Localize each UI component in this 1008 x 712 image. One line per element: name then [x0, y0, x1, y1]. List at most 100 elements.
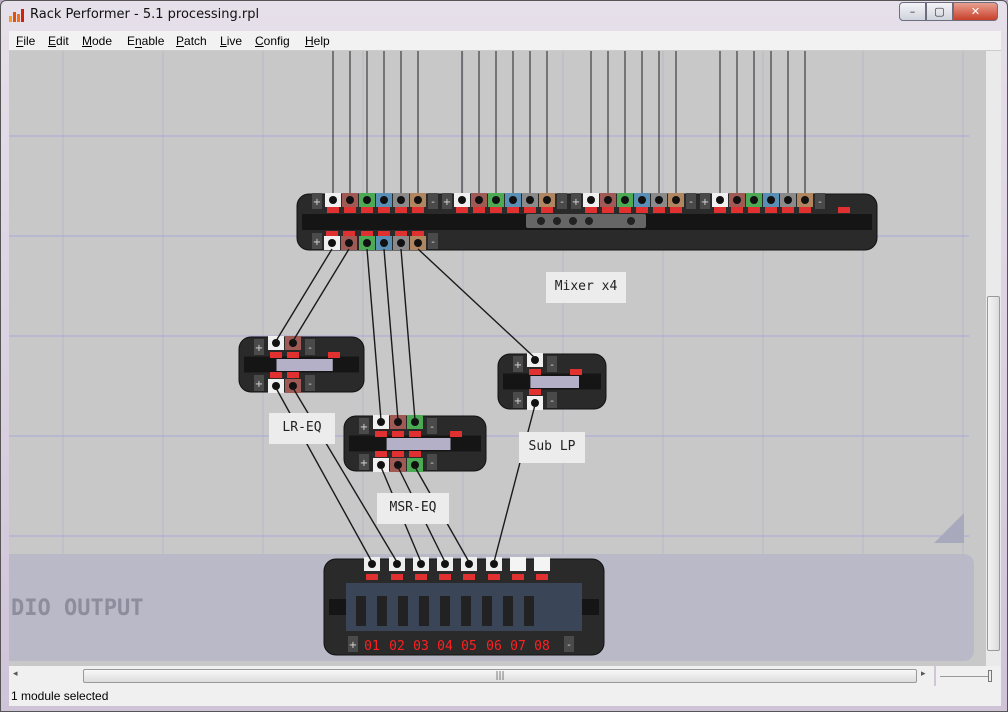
mixer-output-jack-hole[interactable] [345, 239, 353, 247]
mixer-output-jack-hole[interactable] [363, 239, 371, 247]
zoom-slider-track [940, 676, 992, 677]
mixer-input-jack-hole[interactable] [363, 196, 371, 204]
horizontal-scrollbar[interactable]: ◂ ||| ▸ [9, 666, 934, 686]
channel-fader [482, 596, 492, 626]
minus-icon: - [689, 197, 693, 208]
msr-eq-module[interactable]: + - + - [343, 415, 487, 472]
msr-eq-label[interactable]: MSR-EQ [377, 493, 449, 524]
mixer-input-jack-hole[interactable] [526, 196, 534, 204]
menu-config[interactable]: Config [255, 34, 290, 48]
mixer-input-jack-hole[interactable] [587, 196, 595, 204]
sub-lp-control-panel [530, 376, 579, 388]
mixer-input-jack-hole[interactable] [475, 196, 483, 204]
minimize-button[interactable]: – [899, 2, 926, 21]
status-bar: 1 module selected [9, 686, 1001, 706]
minus-icon: - [550, 396, 554, 407]
patch-cable [383, 248, 399, 421]
port-led [391, 574, 403, 580]
menu-help[interactable]: Help [305, 34, 330, 48]
vertical-scrollbar[interactable] [986, 51, 1001, 666]
mixer-input-jack-hole[interactable] [750, 196, 758, 204]
close-button[interactable]: ✕ [953, 2, 998, 21]
plus-icon: + [255, 379, 263, 390]
plus-icon: + [313, 237, 321, 248]
lr-eq-module[interactable]: + - + - [238, 336, 365, 393]
menu-edit[interactable]: Edit [48, 34, 69, 48]
output-channel-number: 03 [413, 639, 429, 654]
mixer-input-jack-hole[interactable] [414, 196, 422, 204]
port-led [439, 574, 451, 580]
mixer-output-jack-hole[interactable] [414, 239, 422, 247]
mixer-input-jack-hole[interactable] [397, 196, 405, 204]
menu-enable-mnemonic-underline [135, 47, 142, 48]
mixer-output-jack-hole[interactable] [328, 239, 336, 247]
mixer-input-jack-hole[interactable] [801, 196, 809, 204]
output-channel-number: 06 [486, 639, 502, 654]
mixer-input-jack-hole[interactable] [655, 196, 663, 204]
output-channel-number: 04 [437, 639, 453, 654]
zoom-slider-handle[interactable] [988, 670, 992, 682]
mixer-input-jack-hole[interactable] [458, 196, 466, 204]
minus-icon: - [308, 379, 312, 390]
output-input-jack-unused[interactable] [510, 557, 526, 571]
port-led [378, 207, 390, 213]
mixer-output-jack-hole[interactable] [380, 239, 388, 247]
menu-bar: File Edit Mode Enable Patch Live Config … [9, 31, 1001, 51]
channel-fader [503, 596, 513, 626]
port-led [456, 207, 468, 213]
channel-fader [419, 596, 429, 626]
mixer-label[interactable]: Mixer x4 [546, 272, 626, 303]
patch-canvas[interactable]: DIO OUTPUT + + + + - - - - + - + - + - + - + - + - + -01 02 03 0… [9, 51, 986, 666]
menu-enable[interactable]: Enable [127, 34, 164, 48]
mixer-input-jack-hole[interactable] [346, 196, 354, 204]
mixer-input-jack-hole[interactable] [604, 196, 612, 204]
port-led [287, 352, 299, 358]
lr-eq-label[interactable]: LR-EQ [269, 413, 335, 444]
plus-icon: + [255, 343, 263, 354]
port-led [529, 369, 541, 375]
sub-lp-module[interactable]: + - + - [497, 353, 607, 410]
port-led [570, 369, 582, 375]
scroll-left-arrow-icon[interactable]: ◂ [13, 669, 18, 679]
vertical-scroll-thumb[interactable] [987, 296, 1000, 651]
plus-icon: + [360, 458, 368, 469]
output-channel-number: 05 [461, 639, 477, 654]
title-bar: Rack Performer - 5.1 processing.rpl – ▢ … [1, 1, 1007, 31]
mixer-output-jack-hole[interactable] [397, 239, 405, 247]
mixer-input-jack-hole[interactable] [621, 196, 629, 204]
menu-file[interactable]: File [16, 34, 35, 48]
mixer-input-jack-hole[interactable] [672, 196, 680, 204]
scroll-right-arrow-icon[interactable]: ▸ [921, 669, 926, 679]
mixer-input-jack-hole[interactable] [380, 196, 388, 204]
mixer-input-jack-hole[interactable] [509, 196, 517, 204]
mixer-input-jack-hole[interactable] [543, 196, 551, 204]
mixer-input-jack-hole[interactable] [492, 196, 500, 204]
minus-icon: - [430, 458, 434, 469]
sub-lp-label[interactable]: Sub LP [519, 432, 585, 463]
output-input-jack-unused[interactable] [534, 557, 550, 571]
menu-mode[interactable]: Mode [82, 34, 112, 48]
port-led [409, 431, 421, 437]
mixer-input-jack-hole[interactable] [716, 196, 724, 204]
channel-fader [377, 596, 387, 626]
channel-fader [398, 596, 408, 626]
menu-patch[interactable]: Patch [176, 34, 207, 48]
maximize-button[interactable]: ▢ [926, 2, 953, 21]
port-led [327, 207, 339, 213]
horizontal-scroll-thumb[interactable]: ||| [83, 669, 917, 683]
port-led [536, 574, 548, 580]
port-led [748, 207, 760, 213]
knob [537, 217, 545, 225]
zoom-slider[interactable] [936, 666, 1001, 686]
port-led [585, 207, 597, 213]
port-led [731, 207, 743, 213]
mixer-input-jack-hole[interactable] [733, 196, 741, 204]
menu-live[interactable]: Live [220, 34, 242, 48]
port-led [270, 372, 282, 378]
mixer-input-jack-hole[interactable] [638, 196, 646, 204]
mixer-input-jack-hole[interactable] [784, 196, 792, 204]
mixer-input-jack-hole[interactable] [767, 196, 775, 204]
mixer-module[interactable]: + + + +- - - -+ - [296, 193, 878, 251]
mixer-input-jack-hole[interactable] [329, 196, 337, 204]
output-module[interactable]: 01 02 03 04 05 06 07 08 + - [323, 557, 605, 656]
